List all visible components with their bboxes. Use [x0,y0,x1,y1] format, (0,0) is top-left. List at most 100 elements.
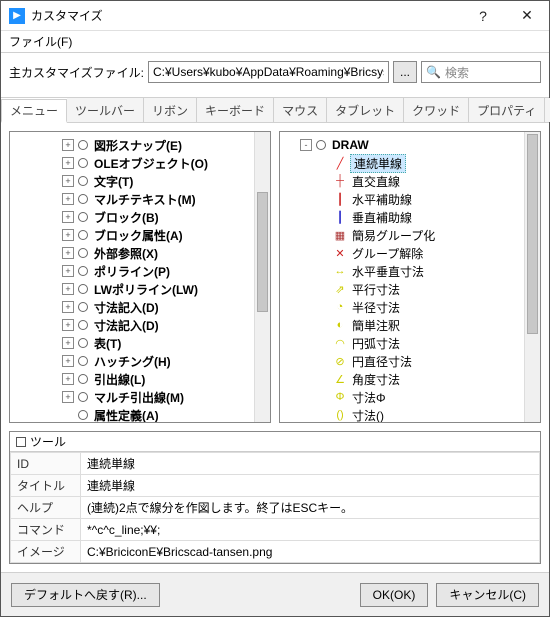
tab-0[interactable]: メニュー [1,99,67,123]
tool-properties: ツール ID連続単線タイトル連続単線ヘルプ(連続)2点で線分を作図します。終了は… [9,431,541,564]
tab-8[interactable]: ワークスペース [545,98,550,122]
tab-6[interactable]: クワッド [404,98,469,122]
tree-item[interactable]: ()寸法() [284,406,536,423]
radio-icon [78,248,88,258]
tree-item[interactable]: +ブロック属性(A) [14,226,266,244]
help-button[interactable]: ? [461,1,505,31]
browse-button[interactable]: ... [393,61,417,83]
tree-item[interactable]: +図形スナップ(E) [14,136,266,154]
cancel-button[interactable]: キャンセル(C) [436,583,539,607]
tree-item[interactable]: ┃垂直補助線 [284,208,536,226]
tab-4[interactable]: マウス [274,98,327,122]
radio-icon [78,194,88,204]
main-file-label: 主カスタマイズファイル: [9,64,144,81]
tree-item[interactable]: +寸法記入(D) [14,298,266,316]
radio-icon [78,266,88,276]
expander-icon[interactable]: + [62,391,74,403]
tab-2[interactable]: リボン [144,98,197,122]
ok-button[interactable]: OK(OK) [360,583,429,607]
prop-key: コマンド [11,519,81,541]
search-input[interactable]: 🔍 検索 [421,61,541,83]
tree-item[interactable]: ↔水平垂直寸法 [284,262,536,280]
tool-icon: ╱ [332,155,348,171]
tree-item[interactable]: +マルチテキスト(M) [14,190,266,208]
tree-item[interactable]: +LWポリライン(LW) [14,280,266,298]
tab-1[interactable]: ツールバー [67,98,144,122]
expander-icon[interactable]: + [62,355,74,367]
close-button[interactable]: ✕ [505,1,549,31]
tree-item[interactable]: +外部参照(X) [14,244,266,262]
tab-7[interactable]: プロパティ [469,98,545,122]
radio-icon [78,302,88,312]
tree-item[interactable]: 属性定義(A) [14,406,266,423]
tree-item[interactable]: +文字(T) [14,172,266,190]
tree-item[interactable]: ◔半径寸法 [284,298,536,316]
tree-item[interactable]: ⊘円直径寸法 [284,352,536,370]
tree-item[interactable]: ⇗平行寸法 [284,280,536,298]
prop-value[interactable]: *^c^c_line;¥¥; [81,519,540,541]
expander-icon[interactable]: + [62,175,74,187]
radio-icon [316,140,326,150]
tree-item[interactable]: +マルチ引出線(M) [14,388,266,406]
tree-item[interactable]: +ブロック(B) [14,208,266,226]
tree-item[interactable]: ∠角度寸法 [284,370,536,388]
left-tree-panel[interactable]: +図形スナップ(E)+OLEオブジェクト(O)+文字(T)+マルチテキスト(M)… [9,131,271,423]
prop-value[interactable]: C:¥BriciconE¥Bricscad-tansen.png [81,541,540,563]
scrollbar[interactable] [254,132,270,422]
tool-icon: ⊘ [332,353,348,369]
tool-icon: Φ [332,389,348,405]
tree-item[interactable]: +OLEオブジェクト(O) [14,154,266,172]
tree-item[interactable]: +引出線(L) [14,370,266,388]
tab-3[interactable]: キーボード [197,98,274,122]
collapse-icon[interactable] [16,437,26,447]
tree-item[interactable]: ◠円弧寸法 [284,334,536,352]
tool-icon: ↔ [332,263,348,279]
expander-icon[interactable]: + [62,301,74,313]
expander-icon[interactable]: + [62,247,74,259]
main-file-input[interactable] [148,61,389,83]
reset-button[interactable]: デフォルトへ戻す(R)... [11,583,160,607]
prop-value[interactable]: 連続単線 [81,475,540,497]
radio-icon [78,356,88,366]
radio-icon [78,410,88,420]
expander-icon[interactable]: + [62,139,74,151]
expander-icon[interactable]: + [62,211,74,223]
expander-icon[interactable]: + [62,373,74,385]
tree-item[interactable]: Φ寸法Φ [284,388,536,406]
tree-item[interactable]: ◐簡単注釈 [284,316,536,334]
expander-icon[interactable]: + [62,193,74,205]
tree-item[interactable]: ✕グループ解除 [284,244,536,262]
tree-item[interactable]: ┃水平補助線 [284,190,536,208]
prop-value[interactable]: (連続)2点で線分を作図します。終了はESCキー。 [81,497,540,519]
expander-icon[interactable]: + [62,337,74,349]
radio-icon [78,392,88,402]
scrollbar[interactable] [524,132,540,422]
prop-key: タイトル [11,475,81,497]
tree-item[interactable]: +寸法記入(D) [14,316,266,334]
tool-icon: ◐ [332,317,348,333]
tree-item[interactable]: ╱連続単線 [284,154,536,172]
prop-key: イメージ [11,541,81,563]
app-icon: ▶ [9,8,25,24]
radio-icon [78,320,88,330]
expander-icon[interactable] [62,409,74,421]
expander-icon[interactable]: + [62,319,74,331]
expander-icon[interactable]: + [62,265,74,277]
tree-item[interactable]: +ポリライン(P) [14,262,266,280]
tool-icon: ▦ [332,227,348,243]
expander-icon[interactable]: + [62,283,74,295]
tree-item[interactable]: +ハッチング(H) [14,352,266,370]
prop-key: ID [11,453,81,475]
prop-value[interactable]: 連続単線 [81,453,540,475]
expander-icon[interactable]: - [300,139,312,151]
tool-icon: ◠ [332,335,348,351]
tree-item[interactable]: ┼直交直線 [284,172,536,190]
tree-item[interactable]: ▦簡易グループ化 [284,226,536,244]
right-tree-panel[interactable]: -DRAW╱連続単線┼直交直線┃水平補助線┃垂直補助線▦簡易グループ化✕グループ… [279,131,541,423]
tree-item[interactable]: -DRAW [284,136,536,154]
tree-item[interactable]: +表(T) [14,334,266,352]
expander-icon[interactable]: + [62,157,74,169]
expander-icon[interactable]: + [62,229,74,241]
tab-5[interactable]: タブレット [327,98,404,122]
menu-file[interactable]: ファイル(F) [9,33,72,50]
